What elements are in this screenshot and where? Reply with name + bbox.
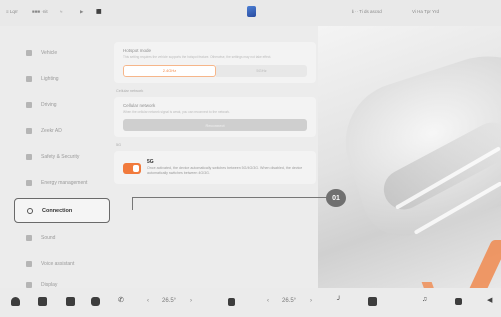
cellular-card: Cellular network When the cellular netwo… (114, 96, 316, 137)
camera-icon[interactable] (91, 297, 100, 306)
hotspot-title: Hotspot mode (123, 48, 152, 53)
sidebar-item-label: Safety & Security (41, 154, 80, 160)
hotspot-description: This setting requires the vehicle suppor… (123, 55, 272, 59)
temp-right-value: 26.5° (282, 298, 297, 304)
status-bar: ≡ Lqrr ■■■ ·nit ≈ ▶ ⬛ ℹ ·· Ti ds ascsd V… (0, 0, 501, 26)
sidebar-item-label: Zeekr AD (41, 128, 62, 134)
fiveg-title: 5G (147, 159, 154, 165)
temp-left-value: 26.5° (162, 298, 177, 304)
fiveg-description: Once activated, the device automatically… (147, 166, 303, 175)
sidebar-item-label: Driving (41, 102, 57, 108)
sidebar-item-label: Sound (41, 235, 56, 241)
fiveg-section-label: 5G (116, 143, 122, 147)
steering-icon (26, 102, 32, 108)
apps-icon[interactable] (455, 298, 462, 305)
reconnect-button[interactable]: Reconnect (123, 119, 307, 131)
fiveg-card: 5G Once activated, the device automatica… (114, 151, 316, 184)
sidebar-item-label: Connection (42, 207, 73, 214)
sidebar-item-safety[interactable]: Safety & Security (14, 144, 110, 170)
music-icon[interactable]: ♫ (422, 296, 427, 303)
temp-left-increase[interactable]: › (190, 298, 192, 307)
sidebar-item-vehicle[interactable]: Vehicle (14, 40, 110, 66)
sidebar-item-sound[interactable]: Sound (14, 225, 110, 251)
callout-leader-line (132, 197, 329, 210)
sound-icon (26, 235, 32, 241)
fiveg-toggle[interactable] (123, 163, 141, 174)
connection-settings-panel: Hotspot mode This setting requires the v… (114, 42, 316, 190)
car-icon (26, 50, 32, 56)
sidebar-item-label: Lighting (41, 76, 59, 82)
sidebar-item-label: Voice assistant (41, 261, 75, 267)
home-icon[interactable] (11, 297, 20, 306)
energy-icon (26, 180, 32, 186)
callout-badge: 01 (326, 189, 346, 207)
settings-sidebar: Vehicle Lighting Driving Zeekr AD Safety… (14, 40, 110, 293)
phone-icon[interactable]: ✆ (118, 296, 124, 304)
vehicle-background-image (318, 26, 501, 288)
status-right-2: Vi Ha Tpr Yrd (412, 9, 440, 14)
sidebar-item-driving[interactable]: Driving (14, 92, 110, 118)
voice-icon (26, 261, 32, 267)
hotspot-card: Hotspot mode This setting requires the v… (114, 42, 316, 83)
sidebar-item-voice[interactable]: Voice assistant (14, 251, 110, 277)
sidebar-item-zeekr-ad[interactable]: Zeekr AD (14, 118, 110, 144)
status-left-4: ▶ (80, 9, 84, 14)
status-left-1: ≡ Lqrr (6, 9, 18, 14)
sidebar-item-label: Energy management (41, 180, 88, 186)
temp-right-decrease[interactable]: ‹ (267, 298, 269, 307)
hotspot-band-selector: 2.4GHz 5GHz (123, 64, 307, 77)
temp-right-increase[interactable]: › (310, 298, 312, 307)
wiper-icon[interactable]: ╯ (337, 296, 341, 304)
cellular-description: When the cellular network signal is weak… (123, 109, 231, 114)
fan-icon[interactable] (228, 298, 235, 306)
ad-icon (26, 128, 32, 134)
hotspot-option-5ghz[interactable]: 5GHz (216, 64, 307, 77)
sidebar-item-label: Vehicle (41, 50, 58, 56)
cellular-section-label: Cellular network (116, 88, 144, 93)
seat-icon[interactable] (66, 297, 75, 306)
hotspot-option-2-4ghz[interactable]: 2.4GHz (123, 64, 216, 77)
car-dock-icon[interactable] (38, 297, 47, 306)
shield-icon (26, 154, 32, 160)
volume-icon[interactable]: ◀ (487, 296, 492, 304)
cellular-title: Cellular network (123, 102, 156, 108)
status-right-1: ℹ ·· Ti ds ascsd (352, 9, 382, 14)
status-left-2: ■■■ ·nit (32, 9, 48, 14)
brand-logo-icon (247, 6, 256, 17)
media-icon[interactable] (368, 297, 377, 306)
sidebar-item-connection[interactable]: Connection (14, 198, 110, 223)
light-icon (26, 76, 32, 82)
sidebar-item-energy[interactable]: Energy management (14, 170, 110, 196)
status-left-3: ≈ (60, 9, 63, 14)
sidebar-item-lighting[interactable]: Lighting (14, 66, 110, 92)
link-icon (27, 207, 33, 214)
bottom-dock: ✆ ‹ 26.5° › ‹ 26.5° › ╯ ♫ ◀ (0, 288, 501, 317)
status-left-5: ⬛ (96, 9, 102, 14)
temp-left-decrease[interactable]: ‹ (147, 298, 149, 307)
